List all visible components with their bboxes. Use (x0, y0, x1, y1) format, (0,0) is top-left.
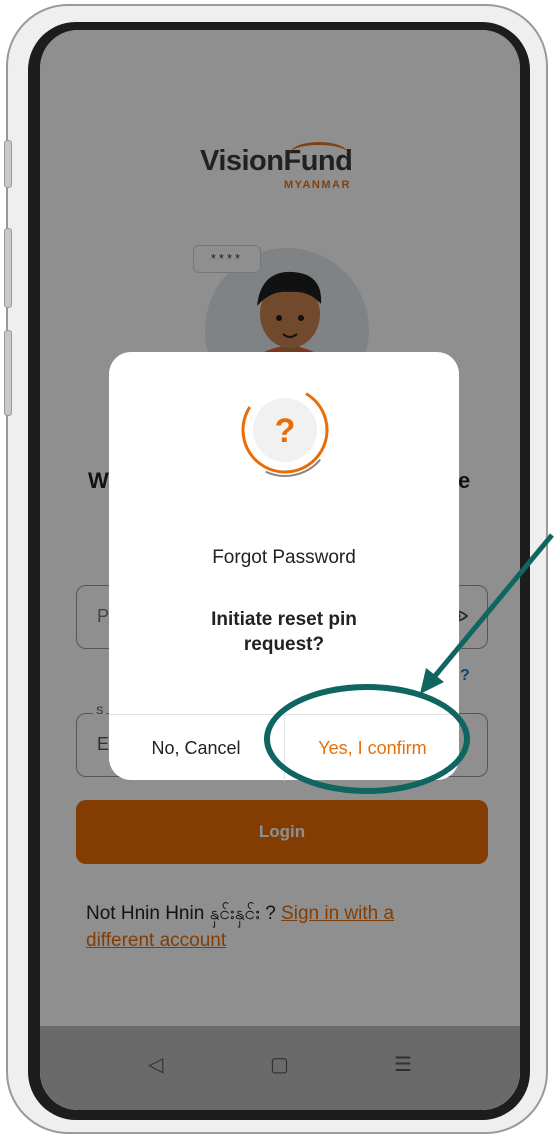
svg-text:?: ? (275, 412, 296, 450)
annotation-highlight (264, 684, 470, 794)
phone-side-button (4, 140, 12, 188)
phone-screen: 10:00 KB/S ᵛᴵᴸᵀᴱ ⁴ᴳıl ıll 91 VisionFund … (40, 30, 520, 1110)
phone-side-button (4, 228, 12, 308)
phone-side-button (4, 330, 12, 416)
question-icon: ? (238, 383, 332, 477)
dialog-message: Initiate reset pin request? (211, 609, 357, 655)
cancel-button[interactable]: No, Cancel (109, 715, 283, 781)
dialog-title: Forgot Password (212, 547, 356, 568)
